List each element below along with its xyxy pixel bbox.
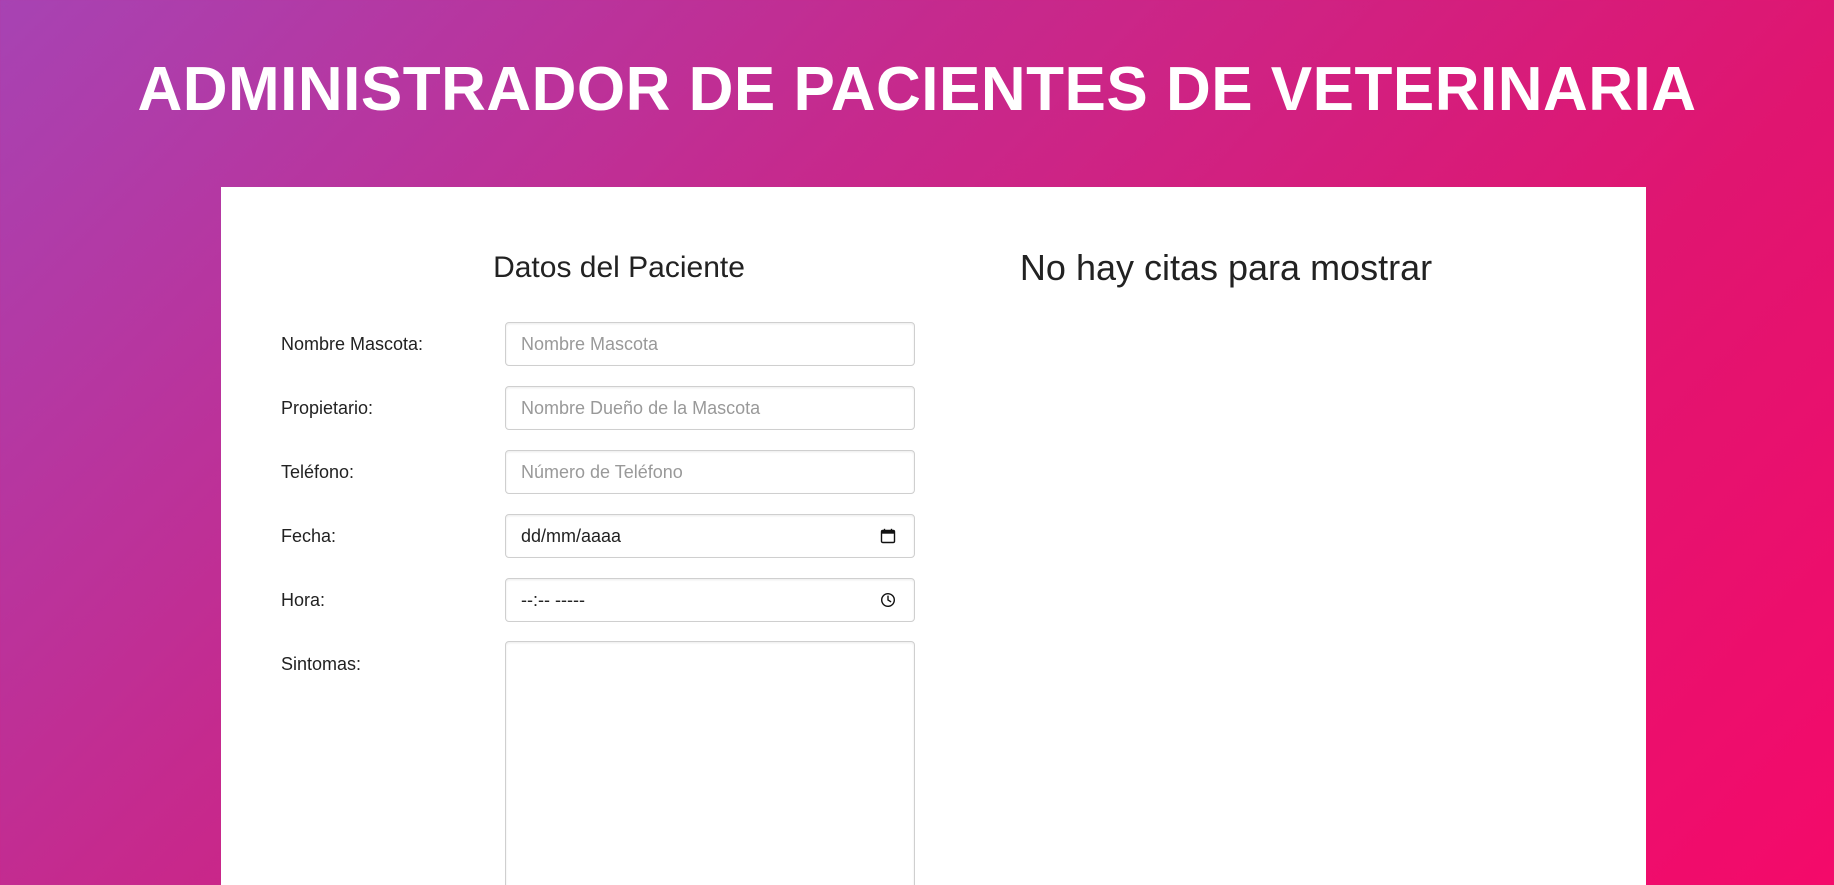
pet-name-label: Nombre Mascota: xyxy=(281,334,424,354)
pet-name-placeholder: Nombre Mascota xyxy=(521,333,659,354)
symptoms-label: Sintomas: xyxy=(281,654,362,674)
form-title: Datos del Paciente xyxy=(493,251,745,284)
date-label: Fecha: xyxy=(281,526,337,546)
date-input[interactable]: dd/mm/aaaa xyxy=(505,514,915,558)
phone-label: Teléfono: xyxy=(281,462,355,482)
appointments-empty-title: No hay citas para mostrar xyxy=(1019,247,1433,288)
page-title: ADMINISTRADOR DE PACIENTES DE VETERINARI… xyxy=(137,55,1697,124)
date-value: dd/mm/aaaa xyxy=(521,525,622,546)
owner-label: Propietario: xyxy=(281,398,374,418)
owner-input[interactable]: Nombre Dueño de la Mascota xyxy=(505,386,915,430)
symptoms-textarea[interactable] xyxy=(505,641,915,885)
phone-input[interactable]: Número de Teléfono xyxy=(505,450,915,494)
main-card: Datos del Paciente Nombre Mascota: Nombr… xyxy=(221,187,1646,885)
owner-placeholder: Nombre Dueño de la Mascota xyxy=(521,397,761,418)
pet-name-input[interactable]: Nombre Mascota xyxy=(505,322,915,366)
clock-icon[interactable] xyxy=(880,592,896,608)
phone-placeholder: Número de Teléfono xyxy=(521,461,683,482)
time-label: Hora: xyxy=(281,590,326,610)
time-input[interactable]: --:-- ----- xyxy=(505,578,915,622)
calendar-icon[interactable] xyxy=(880,528,896,544)
time-value: --:-- ----- xyxy=(521,589,585,610)
